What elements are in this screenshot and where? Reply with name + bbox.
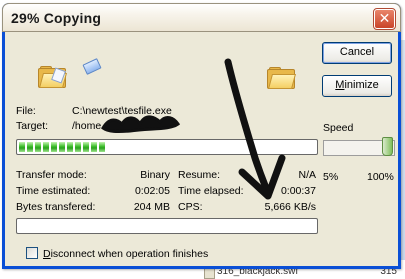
progress-segment bbox=[19, 142, 25, 152]
transfer-mode-label: Transfer mode: bbox=[16, 169, 87, 181]
cps-value: 5,666 KB/s bbox=[264, 201, 316, 213]
file-progress-bar bbox=[16, 139, 318, 155]
title-bar[interactable]: 29% Copying ✕ bbox=[2, 3, 401, 32]
disconnect-label[interactable]: Disconnect when operation finishes bbox=[43, 248, 208, 260]
progress-segment bbox=[75, 142, 81, 152]
bytes-transfered-value: 204 MB bbox=[133, 201, 170, 213]
disconnect-label-rest: isconnect when operation finishes bbox=[50, 248, 209, 260]
speed-label: Speed bbox=[323, 122, 354, 134]
time-estimated-label: Time estimated: bbox=[16, 185, 91, 197]
time-elapsed-value: 0:00:37 bbox=[280, 185, 316, 197]
progress-segment bbox=[59, 142, 65, 152]
bytes-transfered-label: Bytes transfered: bbox=[16, 201, 96, 213]
file-label: File: bbox=[16, 105, 36, 117]
dialog-body: Cancel Minimize File: C:\newtest\tesfile… bbox=[5, 32, 398, 266]
file-icon bbox=[204, 268, 215, 279]
file-progress-fill bbox=[19, 142, 110, 152]
target-path: /home bbox=[72, 120, 102, 132]
progress-segment bbox=[35, 142, 41, 152]
progress-segment bbox=[67, 142, 73, 152]
file-path: C:\newtest\tesfile.exe bbox=[72, 105, 172, 117]
disconnect-checkbox[interactable] bbox=[26, 247, 38, 259]
destination-folder-icon bbox=[267, 67, 297, 89]
progress-segment bbox=[51, 142, 57, 152]
flying-file-icon bbox=[82, 58, 102, 75]
minimize-button-label: Minimize bbox=[335, 79, 379, 91]
close-icon: ✕ bbox=[378, 10, 391, 26]
target-label: Target: bbox=[16, 120, 49, 132]
minimize-button[interactable]: Minimize bbox=[322, 75, 392, 97]
time-estimated-value: 0:02:05 bbox=[134, 185, 170, 197]
progress-segment bbox=[99, 142, 105, 152]
time-elapsed-label: Time elapsed: bbox=[178, 185, 244, 197]
progress-segment bbox=[27, 142, 33, 152]
window-title: 29% Copying bbox=[11, 10, 102, 26]
close-button[interactable]: ✕ bbox=[373, 8, 396, 30]
speed-max-label: 100% bbox=[367, 171, 394, 183]
total-progress-bar bbox=[16, 218, 318, 234]
copy-progress-dialog: 29% Copying ✕ Cancel Minimize File: C:\n… bbox=[2, 3, 401, 269]
cancel-button[interactable]: Cancel bbox=[322, 42, 392, 64]
cps-label: CPS: bbox=[178, 201, 203, 213]
minimize-button-label-rest: inimize bbox=[344, 79, 379, 91]
transfer-mode-value: Binary bbox=[140, 169, 170, 181]
speed-min-label: 5% bbox=[323, 171, 339, 183]
progress-segment bbox=[91, 142, 97, 152]
resume-label: Resume: bbox=[178, 169, 221, 181]
resume-value: N/A bbox=[298, 169, 316, 181]
progress-segment bbox=[43, 142, 49, 152]
speed-slider-thumb[interactable] bbox=[382, 137, 393, 156]
progress-segment bbox=[83, 142, 89, 152]
